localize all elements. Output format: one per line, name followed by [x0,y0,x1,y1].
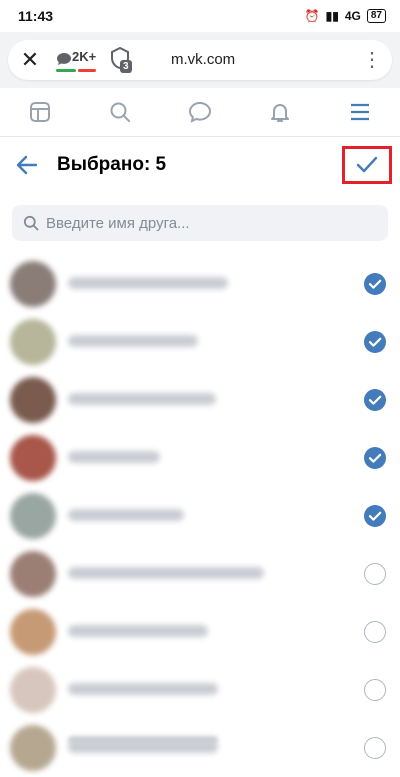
news-icon [30,102,50,122]
tabs-button[interactable]: 3 [108,46,138,76]
friend-name: Сергей Волков [68,683,218,695]
check-icon [368,395,382,405]
back-button[interactable] [14,152,40,178]
avatar [10,435,56,481]
network-type: 4G [344,9,361,23]
friend-row[interactable]: Ольга Петрова [0,313,400,371]
avatar [10,725,56,771]
avatar [10,551,56,597]
notifications-icon [271,104,289,122]
battery-level: 87 [366,9,386,23]
vk-navigation [0,88,400,137]
arrow-left-icon [16,155,38,175]
friend-row[interactable]: Игорь Тарасенко [0,371,400,429]
friend-name: Анна Ким [68,451,160,463]
friend-row[interactable]: Мария Лисицина [0,487,400,545]
checkmark-icon [356,156,378,173]
status-icons: ⏰ ▮▮ 4G 87 [305,9,386,23]
checkbox-checked[interactable] [364,331,386,353]
friend-name: Ольга Петрова [68,335,198,347]
nav-news[interactable] [20,92,60,132]
status-time: 11:43 [18,8,54,24]
friend-row[interactable]: Наталья Ковалёва [0,719,400,777]
menu-icon [351,103,369,121]
check-icon [368,279,382,289]
checkbox-checked[interactable] [364,505,386,527]
search-icon [23,215,39,231]
messages-icon [188,101,212,123]
checkbox-unchecked[interactable] [364,563,386,585]
friend-name: Мария Лисицина [68,509,184,521]
alarm-icon: ⏰ [304,9,320,23]
page-header: Выбрано: 5 [0,136,400,192]
friends-list: Александр Кузнецов Ольга Петрова Игорь Тар… [0,255,400,777]
browser-toolbar: ✕ 2K+ 3 m.vk.com ⋮ [0,32,400,88]
friend-name: Игорь Тарасенко [68,393,216,405]
avatar [10,377,56,423]
negative-bar [78,69,96,72]
checkbox-checked[interactable] [364,273,386,295]
comment-icon [57,53,71,65]
check-icon [368,337,382,347]
search-input[interactable] [46,205,376,241]
avatar [10,667,56,713]
nav-messages[interactable] [180,92,220,132]
search-icon [110,102,130,122]
checkbox-checked[interactable] [364,447,386,469]
friend-name: Александр Кузнецов [68,277,228,289]
avatar [10,493,56,539]
close-icon[interactable]: ✕ [18,48,42,72]
friend-row[interactable]: Александр Кузнецов [0,255,400,313]
comments-count: 2K+ [72,49,97,64]
friend-row[interactable]: Анна Ким [0,429,400,487]
friend-row[interactable]: Елена Сидорова [0,603,400,661]
page-title: Выбрано: 5 [57,154,167,175]
partial-row [0,736,400,744]
check-icon [368,511,382,521]
friend-name: Дмитрий Шарапов [68,567,264,579]
more-vert-icon[interactable]: ⋮ [360,48,384,72]
friend-search [12,205,388,241]
nav-notifications[interactable] [260,92,300,132]
friend-name: Елена Сидорова [68,625,208,637]
address-bar[interactable]: ✕ 2K+ 3 m.vk.com ⋮ [8,40,392,80]
tabs-count: 3 [120,60,132,73]
comments-indicator[interactable]: 2K+ [54,48,98,74]
friend-row[interactable]: Дмитрий Шарапов [0,545,400,603]
avatar [10,261,56,307]
positive-bar [56,69,76,72]
avatar [10,609,56,655]
avatar [10,319,56,365]
nav-menu[interactable] [340,92,380,132]
checkbox-unchecked[interactable] [364,679,386,701]
checkbox-checked[interactable] [364,389,386,411]
confirm-button[interactable] [342,146,392,184]
check-icon [368,453,382,463]
friend-row[interactable]: Сергей Волков [0,661,400,719]
nav-search[interactable] [100,92,140,132]
checkbox-unchecked[interactable] [364,621,386,643]
url-text[interactable]: m.vk.com [171,51,235,68]
signal-icon: ▮▮ [325,9,339,23]
status-bar: 11:43 ⏰ ▮▮ 4G 87 [0,0,400,32]
